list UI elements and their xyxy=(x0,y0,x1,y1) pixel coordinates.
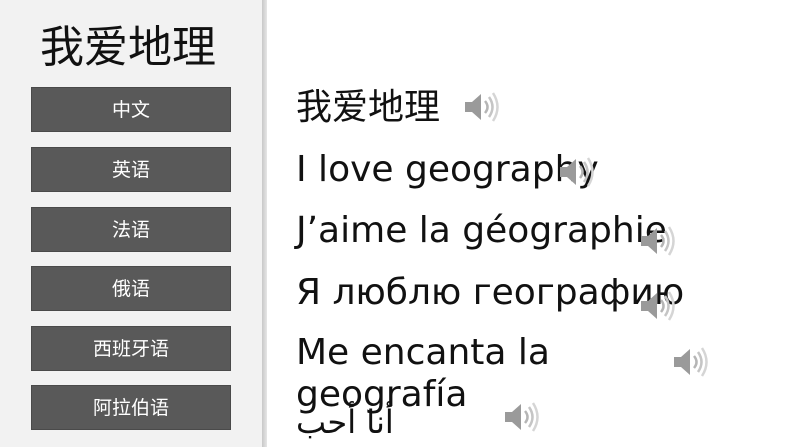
divider xyxy=(262,0,267,447)
russian-button[interactable]: 俄语 xyxy=(31,266,231,311)
speaker-icon[interactable] xyxy=(637,286,677,326)
phrase-english: I love geography xyxy=(296,149,599,190)
spanish-button[interactable]: 西班牙语 xyxy=(31,326,231,371)
phrase-chinese: 我爱地理 xyxy=(296,87,441,128)
english-button[interactable]: 英语 xyxy=(31,147,231,192)
speaker-icon[interactable] xyxy=(556,152,596,192)
speaker-icon[interactable] xyxy=(501,397,541,437)
phrase-russian: Я люблю географию xyxy=(296,272,685,313)
phrase-arabic: أنا أحب xyxy=(296,403,394,441)
phrase-french: J’aime la géographie xyxy=(296,210,667,251)
speaker-icon[interactable] xyxy=(670,342,710,382)
sidebar: 我爱地理 中文 英语 法语 俄语 西班牙语 阿拉伯语 xyxy=(0,0,262,447)
speaker-icon[interactable] xyxy=(461,87,501,127)
page-title: 我爱地理 xyxy=(40,22,216,73)
speaker-icon[interactable] xyxy=(637,221,677,261)
chinese-button[interactable]: 中文 xyxy=(31,87,231,132)
french-button[interactable]: 法语 xyxy=(31,207,231,252)
arabic-button[interactable]: 阿拉伯语 xyxy=(31,385,231,430)
slide: 我爱地理 中文 英语 法语 俄语 西班牙语 阿拉伯语 我爱地理 I love g… xyxy=(0,0,794,447)
